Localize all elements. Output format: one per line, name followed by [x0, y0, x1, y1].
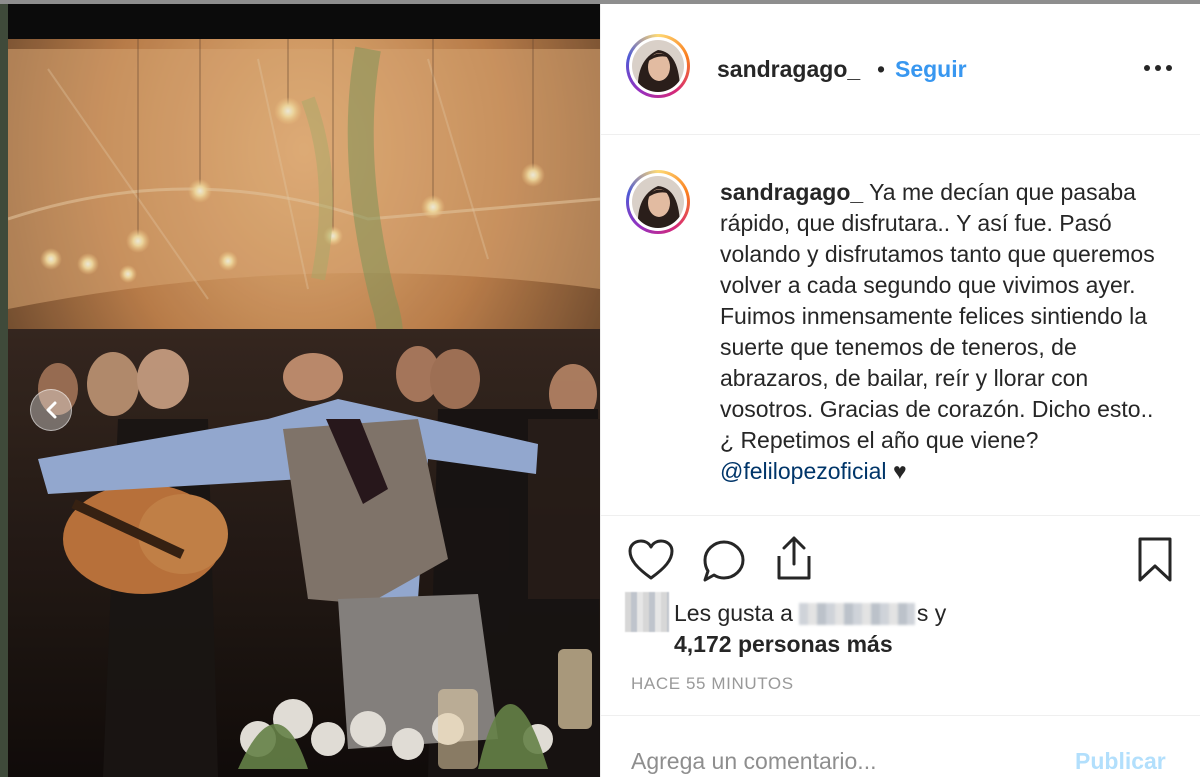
caption-username[interactable]: sandragago_: [720, 179, 863, 205]
comment-icon[interactable]: [701, 538, 747, 584]
likes-prefix: Les gusta a: [674, 600, 793, 626]
more-options-icon[interactable]: [1144, 59, 1172, 79]
action-bar: [601, 516, 1200, 586]
likes-line: Les gusta a s y: [674, 600, 946, 627]
heart-icon[interactable]: [627, 538, 675, 582]
post-photo[interactable]: [8, 4, 600, 777]
comment-input[interactable]: [625, 744, 1067, 778]
profile-avatar[interactable]: [626, 34, 690, 98]
comment-divider: [601, 715, 1200, 716]
likes-count[interactable]: 4,172 personas más: [674, 631, 893, 658]
wedding-scene-image: [8, 39, 600, 777]
post-timestamp[interactable]: HACE 55 MINUTOS: [631, 674, 794, 694]
actions-divider: [601, 515, 1200, 516]
avatar-photo: [632, 40, 684, 92]
avatar-photo: [632, 176, 684, 228]
header-divider: [601, 134, 1200, 135]
chevron-left-icon: [46, 401, 57, 419]
liker-avatar-blurred[interactable]: [625, 592, 669, 632]
caption-mention[interactable]: @felilopezoficial: [720, 458, 887, 484]
photo-top-bar: [8, 4, 600, 39]
header-separator: •: [877, 56, 886, 82]
heart-emoji: ♥: [892, 458, 907, 484]
header-username[interactable]: sandragago_: [717, 56, 860, 83]
bookmark-icon[interactable]: [1137, 536, 1173, 584]
caption-text: sandragago_ Ya me decían que pasaba rápi…: [720, 177, 1160, 487]
post-panel: sandragago_ • Seguir sandragago_ Ya me d…: [600, 4, 1200, 778]
share-icon[interactable]: [771, 534, 817, 582]
publish-button[interactable]: Publicar: [1075, 748, 1166, 775]
follow-button[interactable]: Seguir: [895, 56, 967, 83]
caption-avatar[interactable]: [626, 170, 690, 234]
caption-body: Ya me decían que pasaba rápido, que disf…: [720, 179, 1155, 453]
liker-name-blurred[interactable]: [798, 603, 915, 625]
likes-suffix: s y: [916, 600, 947, 626]
window-left-edge: [0, 4, 8, 777]
previous-image-button[interactable]: [30, 389, 72, 431]
